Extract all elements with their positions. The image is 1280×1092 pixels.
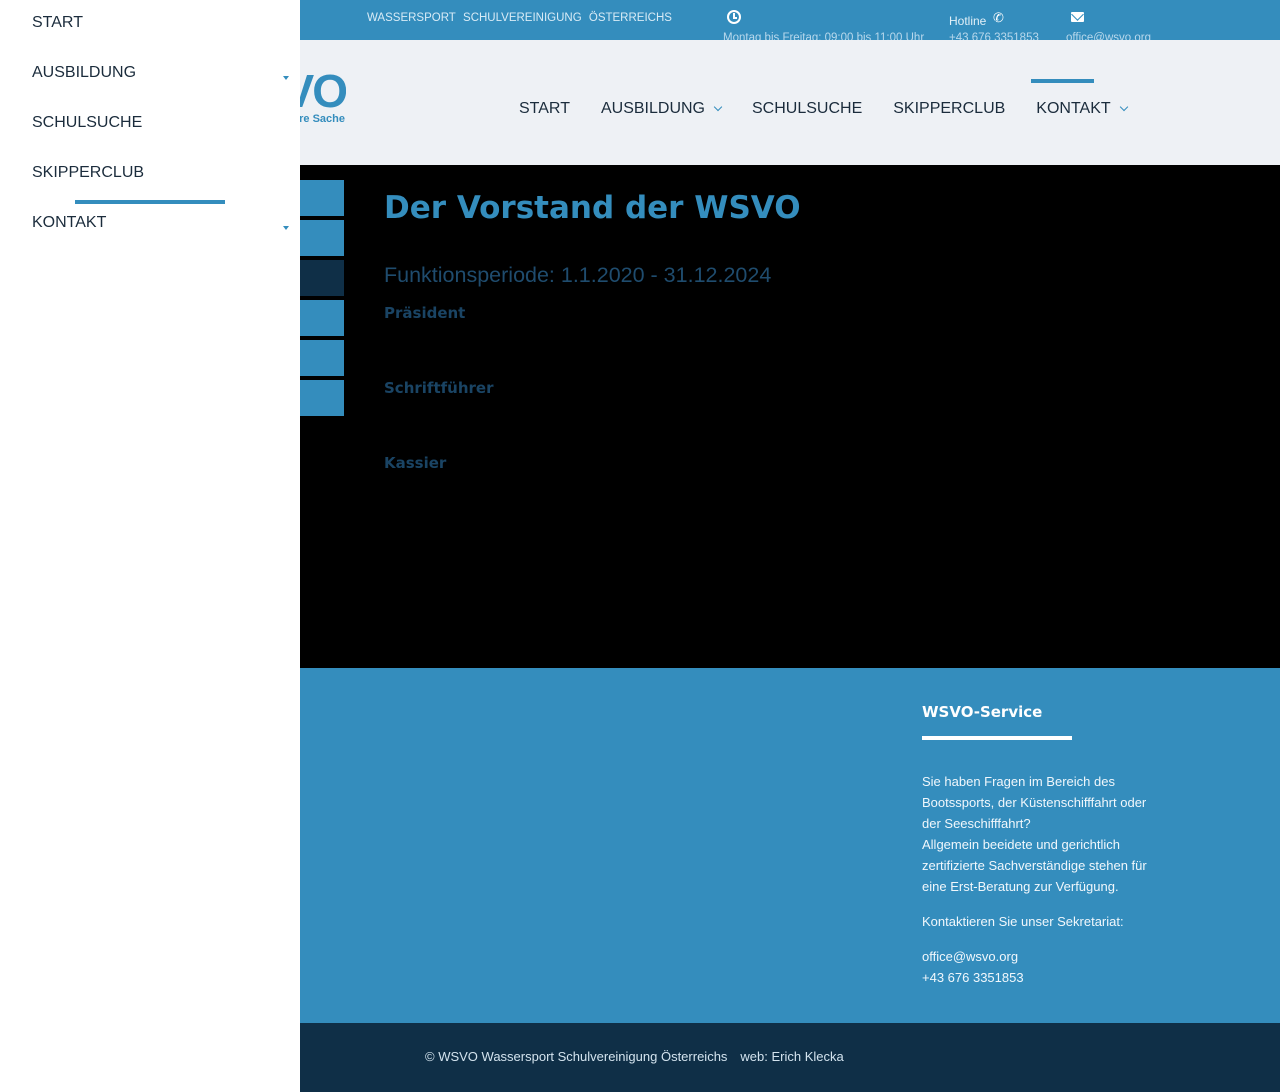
copyright-text: © WSVO Wassersport Schulvereinigung Öste… [425, 1049, 844, 1064]
opening-hours: Montag bis Freitag: 09:00 bis 11:00 Uhr [723, 32, 925, 40]
footer-email-link[interactable]: office@wsvo.org [922, 946, 1167, 967]
nav-item-schulsuche[interactable]: SCHULSUCHE [752, 100, 862, 118]
brand-text: WASSERSPORT SCHULVEREINIGUNG ÖSTERREICHS [367, 12, 676, 24]
drawer-item-kontakt[interactable]: KONTAKT [32, 214, 106, 232]
drawer-item-ausbildung[interactable]: AUSBILDUNG [32, 64, 136, 82]
copyright-label: © WSVO Wassersport Schulvereinigung Öste… [425, 1049, 728, 1064]
drawer-item-start[interactable]: START [32, 14, 83, 32]
caret-down-icon[interactable] [283, 226, 289, 230]
nav-item-ausbildung[interactable]: AUSBILDUNG [600, 100, 723, 118]
nav-label: SCHULSUCHE [752, 100, 863, 117]
footer-heading: WSVO-Service [922, 703, 1043, 721]
phone-icon: ✆ [993, 10, 1004, 25]
nav-active-indicator [1031, 79, 1094, 83]
chevron-down-icon [713, 102, 723, 112]
drawer-item-schulsuche[interactable]: SCHULSUCHE [32, 114, 142, 132]
nav-item-start[interactable]: START [519, 100, 570, 118]
nav-item-skipperclub[interactable]: SKIPPERCLUB [893, 100, 1005, 118]
logo-tagline: re Sache [299, 113, 345, 125]
role-heading: Schriftführer [384, 379, 494, 397]
brand-word: SCHULVEREINIGUNG [463, 12, 582, 24]
drawer-item-skipperclub[interactable]: SKIPPERCLUB [32, 164, 144, 182]
footer-paragraph-line: Allgemein beeidete und gerichtlich zerti… [922, 837, 1147, 894]
footer-heading-underline [922, 736, 1072, 740]
hotline-number[interactable]: +43 676 3351853 [949, 32, 1039, 40]
footer-paragraph-line: Sie haben Fragen im Bereich des Bootsspo… [922, 774, 1147, 831]
brand-word: WASSERSPORT [367, 12, 456, 24]
subnav-tab[interactable] [300, 300, 344, 336]
brand-word: ÖSTERREICHS [588, 12, 672, 24]
subnav-tab[interactable] [300, 180, 344, 216]
term-period: Funktionsperiode: 1.1.2020 - 31.12.2024 [384, 263, 772, 287]
footer-paragraph: Sie haben Fragen im Bereich des Bootsspo… [922, 771, 1167, 897]
nav-item-kontakt[interactable]: KONTAKT [1036, 100, 1128, 118]
clock-icon [727, 10, 741, 24]
hotline-label: Hotline [949, 14, 987, 28]
email-link[interactable]: office@wsvo.org [1066, 32, 1151, 40]
nav-label: SKIPPERCLUB [893, 100, 1006, 117]
subnav-tab[interactable] [300, 220, 344, 256]
mail-icon [1071, 12, 1084, 22]
main-navigation: START AUSBILDUNG SCHULSUCHE SKIPPERCLUB … [519, 100, 1158, 118]
role-heading: Kassier [384, 454, 447, 472]
footer-contact-label: Kontaktieren Sie unser Sekretariat: [922, 914, 1124, 929]
nav-label: AUSBILDUNG [600, 100, 705, 117]
drawer-active-indicator [75, 200, 225, 204]
subnav-tab[interactable] [300, 340, 344, 376]
chevron-down-icon [1119, 102, 1128, 112]
page-title: Der Vorstand der WSVO [384, 190, 801, 226]
caret-down-icon[interactable] [283, 76, 289, 80]
nav-label: KONTAKT [1036, 100, 1111, 117]
subnav-tab[interactable] [300, 380, 344, 416]
subnav-tab-active[interactable] [300, 260, 344, 296]
sub-navigation [300, 180, 344, 420]
role-heading: Präsident [384, 304, 466, 322]
footer-phone-link[interactable]: +43 676 3351853 [922, 967, 1167, 988]
nav-label: START [519, 100, 570, 117]
credit-link[interactable]: web: Erich Klecka [740, 1049, 843, 1064]
side-drawer-menu: START AUSBILDUNG SCHULSUCHE SKIPPERCLUB … [0, 0, 300, 1092]
